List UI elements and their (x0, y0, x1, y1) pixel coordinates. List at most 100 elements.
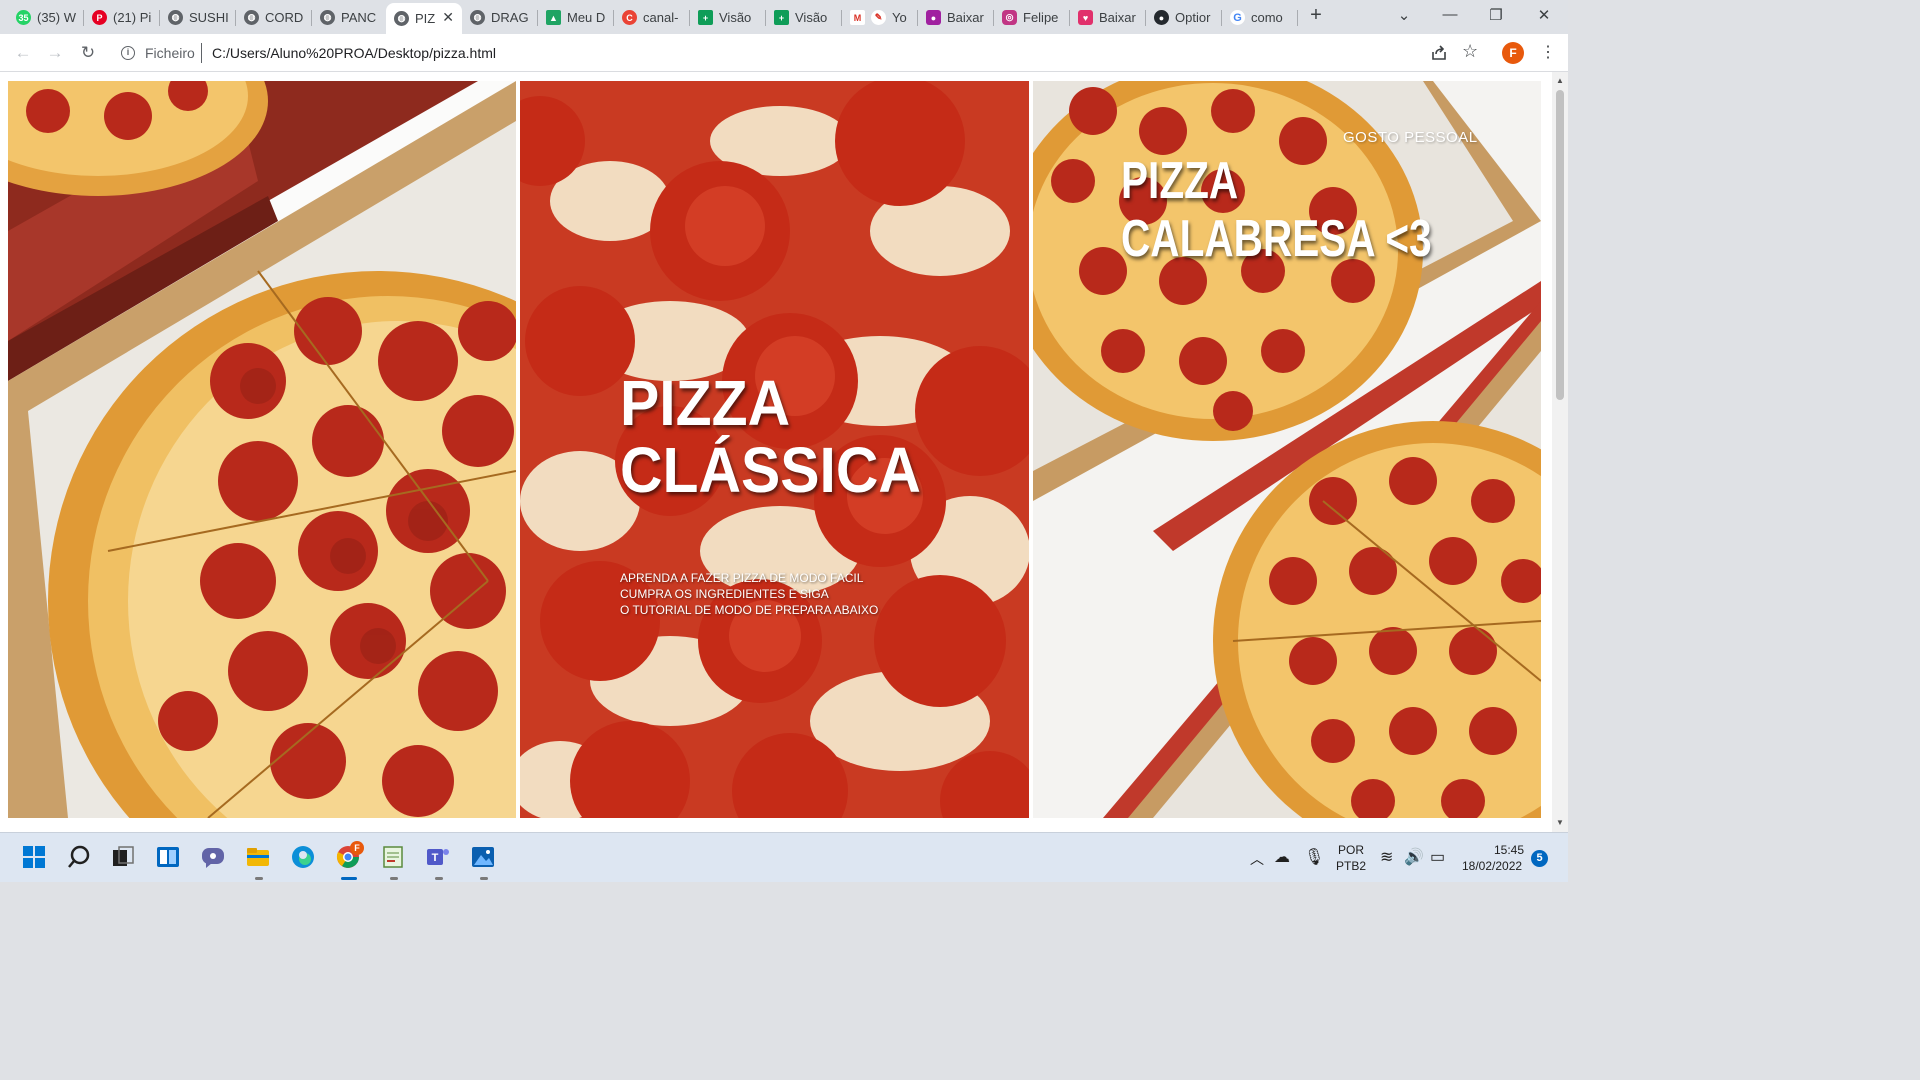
pizza-image-right: GOSTO PESSOAL PIZZA CALABRESA <3 (1033, 81, 1541, 818)
tab-search-chevron-icon[interactable]: ⌄ (1394, 6, 1414, 24)
tab-label: CORD (265, 10, 304, 25)
tab-baixar-1[interactable]: ● Baixar (918, 5, 994, 30)
tab-label: PIZ (415, 11, 435, 26)
globe-icon: ◍ (470, 10, 485, 25)
bookmark-star-icon[interactable]: ☆ (1462, 41, 1478, 62)
onedrive-cloud-icon[interactable]: ☁ (1274, 847, 1290, 867)
classic-description-line1: APRENDA A FAZER PIZZA DE MODO FACIL (620, 571, 864, 585)
tab-label: Baixar (947, 10, 984, 25)
share-icon[interactable] (1430, 44, 1448, 62)
classic-title-line1: PIZZA (620, 367, 791, 439)
tab-label: Felipe (1023, 10, 1059, 25)
teams-icon[interactable]: T (425, 844, 451, 870)
tab-visao-2[interactable]: + Visão (766, 5, 842, 30)
tab-panc[interactable]: ◍ PANC (312, 5, 388, 30)
tab-sushi[interactable]: ◍ SUSHI (160, 5, 236, 30)
kebab-menu-icon[interactable]: ⋮ (1540, 42, 1556, 62)
clock-time[interactable]: 15:45 (1494, 843, 1524, 857)
tab-pizza-active[interactable]: ◍ PIZ ✕ (386, 3, 462, 34)
app-icon: ♥ (1078, 10, 1093, 25)
forward-arrow-icon[interactable]: → (44, 42, 66, 64)
canva-icon: C (622, 10, 637, 25)
notepad-icon[interactable] (380, 844, 406, 870)
sheets-icon: + (774, 10, 789, 25)
wifi-icon[interactable]: ≋ (1380, 847, 1393, 867)
tab-label: Optior (1175, 10, 1211, 25)
windows-start-icon[interactable] (21, 844, 47, 870)
battery-icon[interactable]: ▭ (1430, 847, 1445, 867)
page-viewport: PIZZA CLÁSSICA APRENDA A FAZER PIZZA DE … (0, 72, 1552, 832)
windows-taskbar: F T ︿ ☁ 🎙 POR PTB2 ≋ 🔊 ▭ 15:45 18/02/202… (0, 832, 1568, 882)
tab-google[interactable]: G como (1222, 5, 1298, 30)
tab-label: como (1251, 10, 1283, 25)
classic-description-line2: CUMPRA OS INGREDIENTES E SIGA (620, 587, 829, 601)
calabresa-title-line2: CALABRESA <3 (1121, 210, 1432, 268)
classic-title-line2: CLÁSSICA (620, 434, 921, 506)
vertical-scrollbar[interactable]: ▲ ▼ (1552, 72, 1568, 832)
widgets-icon[interactable] (155, 844, 181, 870)
notification-count-badge[interactable]: 5 (1531, 850, 1548, 867)
tab-label: PANC (341, 10, 377, 25)
file-explorer-icon[interactable] (245, 844, 271, 870)
back-arrow-icon[interactable]: ← (12, 42, 34, 64)
pinterest-icon: P (92, 10, 107, 25)
photos-icon[interactable] (470, 844, 496, 870)
clock-date[interactable]: 18/02/2022 (1462, 859, 1522, 873)
gmail-icon: M (850, 10, 865, 25)
tab-drive[interactable]: ▲ Meu D (538, 5, 614, 30)
minimize-icon[interactable]: — (1440, 6, 1460, 23)
tab-baixar-2[interactable]: ♥ Baixar (1070, 5, 1146, 30)
keyboard-layout-indicator[interactable]: PTB2 (1336, 859, 1366, 873)
search-icon[interactable] (66, 844, 92, 870)
app-icon: ● (926, 10, 941, 25)
instagram-icon: ◎ (1002, 10, 1017, 25)
tab-gmail[interactable]: M ✎ Yo (842, 5, 918, 30)
chrome-profile-badge: F (350, 841, 364, 855)
google-icon: G (1230, 10, 1245, 25)
tab-label: (35) W (37, 10, 76, 25)
globe-icon: ◍ (244, 10, 259, 25)
close-tab-icon[interactable]: ✕ (442, 9, 454, 26)
scrollbar-thumb[interactable] (1556, 90, 1564, 400)
tab-instagram[interactable]: ◎ Felipe (994, 5, 1070, 30)
tab-canal[interactable]: C canal- (614, 5, 690, 30)
tab-drag[interactable]: ◍ DRAG (462, 5, 538, 30)
tab-strip: 35 (35) W P (21) Pi ◍ SUSHI ◍ CORD ◍ PAN… (0, 0, 1568, 34)
globe-icon: ◍ (394, 11, 409, 26)
globe-icon: ◍ (168, 10, 183, 25)
scroll-down-arrow-icon[interactable]: ▼ (1556, 818, 1564, 827)
volume-icon[interactable]: 🔊 (1404, 847, 1424, 867)
edge-icon[interactable] (290, 844, 316, 870)
task-view-icon[interactable] (110, 844, 136, 870)
running-indicator (480, 877, 488, 880)
tab-visao-1[interactable]: + Visão (690, 5, 766, 30)
profile-avatar[interactable]: F (1502, 42, 1524, 64)
tab-github[interactable]: ● Optior (1146, 5, 1222, 30)
tagline-text: GOSTO PESSOAL (1343, 129, 1478, 146)
microphone-icon[interactable]: 🎙 (1304, 847, 1324, 867)
tab-label: Meu D (567, 10, 606, 25)
info-icon[interactable]: i (121, 46, 135, 60)
tab-whatsapp[interactable]: 35 (35) W (8, 5, 84, 30)
tab-label: (21) Pi (113, 10, 152, 25)
tab-label: Visão (719, 10, 752, 25)
reload-icon[interactable]: ↻ (77, 42, 99, 64)
whatsapp-icon: 35 (16, 10, 31, 25)
language-indicator[interactable]: POR (1338, 843, 1364, 857)
pin-icon: ✎ (871, 10, 886, 25)
close-window-icon[interactable]: ✕ (1534, 6, 1554, 24)
chat-icon[interactable] (200, 844, 226, 870)
new-tab-button[interactable]: + (1306, 5, 1326, 26)
tab-pinterest[interactable]: P (21) Pi (84, 5, 160, 30)
tab-cord[interactable]: ◍ CORD (236, 5, 312, 30)
tab-label: Baixar (1099, 10, 1136, 25)
tray-chevron-icon[interactable]: ︿ (1250, 849, 1264, 869)
github-icon: ● (1154, 10, 1169, 25)
sheets-icon: + (698, 10, 713, 25)
maximize-icon[interactable]: ❐ (1486, 6, 1506, 24)
address-bar[interactable]: C:/Users/Aluno%20PROA/Desktop/pizza.html (212, 45, 496, 61)
url-scheme-label: Ficheiro (145, 45, 195, 61)
running-indicator (255, 877, 263, 880)
scroll-up-arrow-icon[interactable]: ▲ (1556, 76, 1564, 85)
running-indicator (435, 877, 443, 880)
